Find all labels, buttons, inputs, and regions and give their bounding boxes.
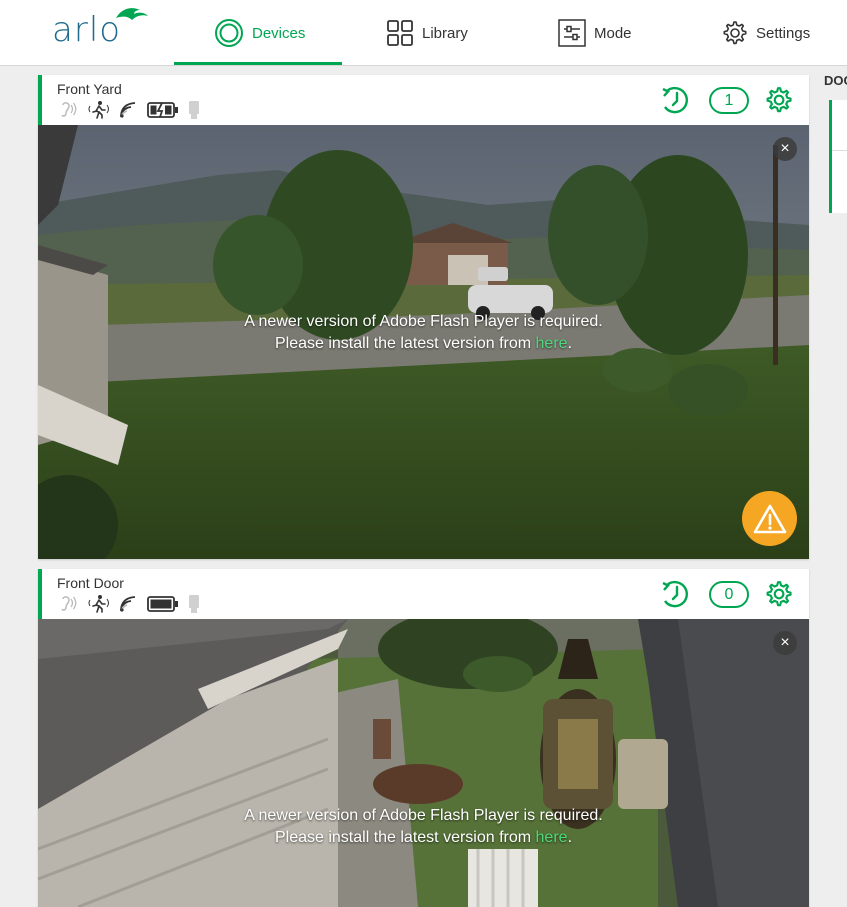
- nav-settings[interactable]: Settings: [720, 0, 810, 66]
- flash-message-prefix: Please install the latest version from: [274, 335, 536, 352]
- camera-settings-gear-icon[interactable]: [763, 579, 793, 609]
- logo-bird-icon: [116, 8, 148, 20]
- audio-icon: [61, 596, 77, 611]
- devices-icon: [215, 19, 243, 47]
- camera-settings-gear-icon[interactable]: [763, 85, 793, 115]
- camera-feed-front-door[interactable]: A newer version of Adobe Flash Player is…: [38, 619, 809, 907]
- event-count-badge[interactable]: 1: [709, 87, 749, 114]
- nav-library-label: Library: [422, 24, 468, 42]
- flash-message-prefix: Please install the latest version from: [274, 829, 536, 846]
- event-count-badge[interactable]: 0: [709, 581, 749, 608]
- warning-button[interactable]: [742, 491, 797, 546]
- nav-devices-label: Devices: [252, 24, 306, 42]
- flash-message-suffix: .: [567, 335, 573, 352]
- side-panel-label: DOO: [824, 73, 847, 88]
- library-grid-icon: [387, 20, 413, 46]
- camera-feed-front-yard[interactable]: A newer version of Adobe Flash Player is…: [38, 125, 809, 559]
- flash-required-message: A newer version of Adobe Flash Player is…: [38, 805, 809, 849]
- flash-message-line1: A newer version of Adobe Flash Player is…: [244, 313, 603, 330]
- flash-message-suffix: .: [567, 829, 573, 846]
- camera-card-front-door: Front Door 0 A newer version of Adobe Fl…: [38, 569, 809, 907]
- close-feed-button[interactable]: ×: [773, 137, 797, 161]
- nav-library[interactable]: Library: [386, 0, 468, 66]
- settings-gear-icon: [723, 21, 747, 45]
- motion-icon: [88, 595, 109, 613]
- camera-header: Front Door 0: [38, 569, 809, 619]
- plug-icon: [189, 101, 199, 119]
- logo-text: arlo: [52, 10, 122, 50]
- battery-charging-icon: [147, 102, 178, 118]
- side-divider: [832, 150, 847, 151]
- flash-required-message: A newer version of Adobe Flash Player is…: [38, 311, 809, 355]
- camera-status-icons: [57, 100, 201, 120]
- camera-name: Front Door: [57, 575, 124, 591]
- nav-mode[interactable]: Mode: [558, 0, 632, 66]
- warning-triangle-icon: [753, 504, 786, 533]
- signal-icon: [120, 596, 136, 612]
- flash-message-line2: Please install the latest version from h…: [38, 333, 809, 355]
- side-panel-card[interactable]: [829, 100, 847, 213]
- camera-card-front-yard: Front Yard 1 A newer version of Adobe Fl…: [38, 75, 809, 559]
- active-tab-indicator: [174, 62, 342, 65]
- flash-message-line2: Please install the latest version from h…: [38, 827, 809, 849]
- audio-icon: [61, 102, 77, 117]
- battery-full-icon: [147, 596, 178, 612]
- close-feed-button[interactable]: ×: [773, 631, 797, 655]
- camera-header: Front Yard 1: [38, 75, 809, 125]
- top-nav: arlo Devices Library Mode Settings: [0, 0, 847, 66]
- mode-sliders-icon: [558, 19, 586, 47]
- flash-install-link[interactable]: here: [536, 829, 568, 846]
- nav-mode-label: Mode: [594, 24, 632, 42]
- signal-icon: [120, 102, 136, 118]
- history-clock-icon[interactable]: [659, 85, 693, 115]
- nav-settings-label: Settings: [756, 24, 811, 42]
- nav-devices[interactable]: Devices: [214, 0, 305, 66]
- history-clock-icon[interactable]: [659, 579, 693, 609]
- motion-icon: [88, 101, 109, 119]
- plug-icon: [189, 595, 199, 613]
- front-door-scene: [38, 619, 809, 907]
- camera-name: Front Yard: [57, 81, 122, 97]
- flash-install-link[interactable]: here: [536, 335, 568, 352]
- flash-message-line1: A newer version of Adobe Flash Player is…: [244, 807, 603, 824]
- camera-status-icons: [57, 594, 201, 614]
- arlo-logo[interactable]: arlo: [52, 4, 152, 50]
